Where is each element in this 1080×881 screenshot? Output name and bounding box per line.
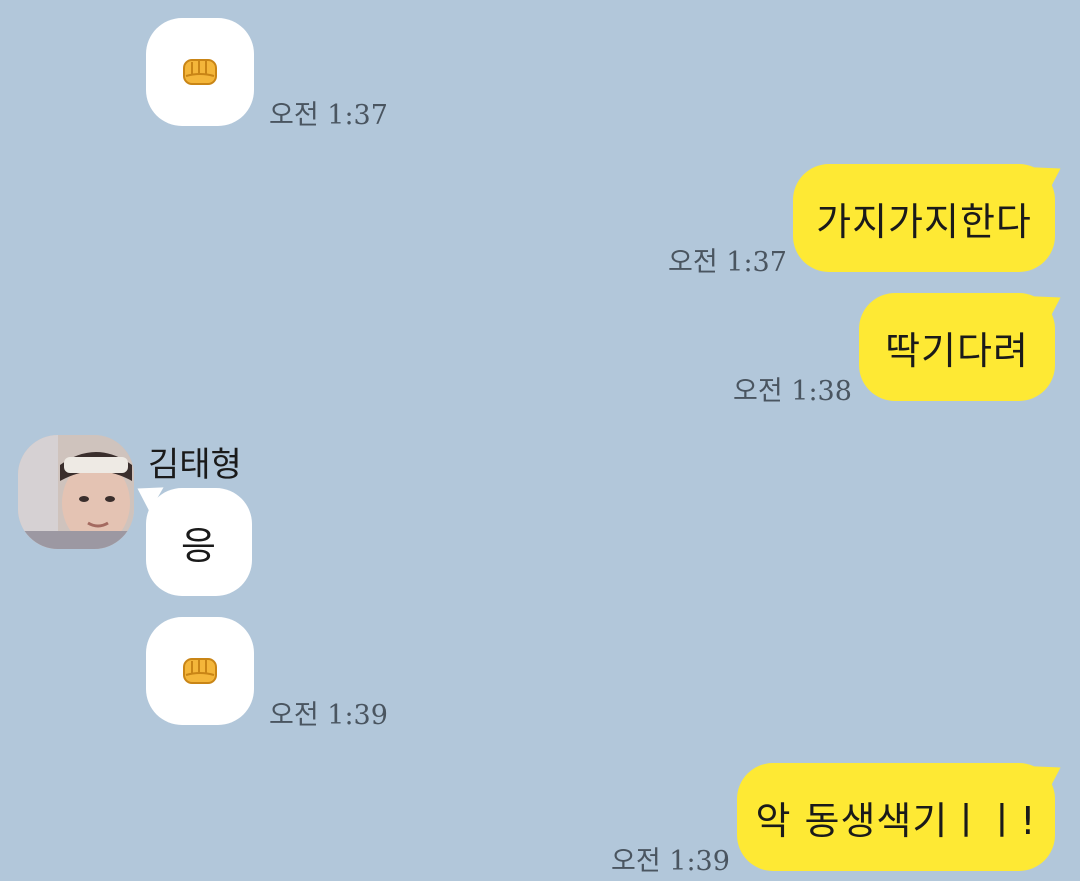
- outgoing-message-bubble[interactable]: 가지가지한다: [793, 164, 1055, 272]
- message-text: 응: [181, 523, 217, 568]
- fist-emoji-icon: [183, 59, 217, 85]
- outgoing-message-bubble[interactable]: 악 동생색기ㅣㅣ!: [737, 763, 1055, 871]
- message-timestamp: 오전 1:39: [611, 846, 730, 877]
- message-timestamp: 오전 1:39: [269, 700, 388, 731]
- outgoing-message-bubble[interactable]: 딱기다려: [859, 293, 1055, 401]
- message-timestamp: 오전 1:37: [668, 247, 787, 278]
- incoming-emoji-bubble[interactable]: [146, 18, 254, 126]
- message-text: 악 동생색기ㅣㅣ!: [755, 798, 1037, 843]
- avatar[interactable]: [18, 435, 134, 549]
- message-timestamp: 오전 1:38: [733, 376, 852, 407]
- message-timestamp: 오전 1:37: [269, 100, 388, 131]
- incoming-message-bubble[interactable]: 응: [146, 488, 252, 596]
- incoming-emoji-bubble[interactable]: [146, 617, 254, 725]
- chat-area[interactable]: 오전 1:37 가지가지한다 오전 1:37 딱기다려 오전 1:38 김태형 …: [0, 0, 1080, 881]
- fist-emoji-icon: [183, 658, 217, 684]
- message-text: 가지가지한다: [816, 199, 1032, 244]
- message-text: 딱기다려: [885, 328, 1029, 373]
- sender-name: 김태형: [148, 445, 242, 485]
- profile-photo: [18, 435, 134, 549]
